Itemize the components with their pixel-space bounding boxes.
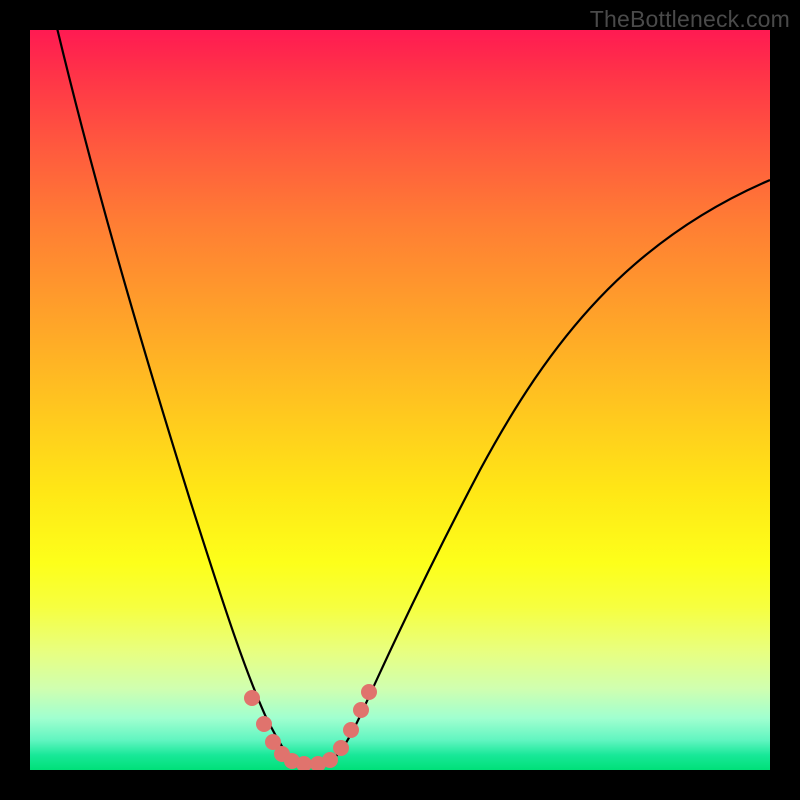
curve-markers	[244, 684, 377, 770]
watermark-text: TheBottleneck.com	[590, 6, 790, 33]
bottleneck-curve	[48, 30, 770, 764]
chart-frame: TheBottleneck.com	[0, 0, 800, 800]
bottleneck-curve-svg	[30, 30, 770, 770]
plot-area	[30, 30, 770, 770]
